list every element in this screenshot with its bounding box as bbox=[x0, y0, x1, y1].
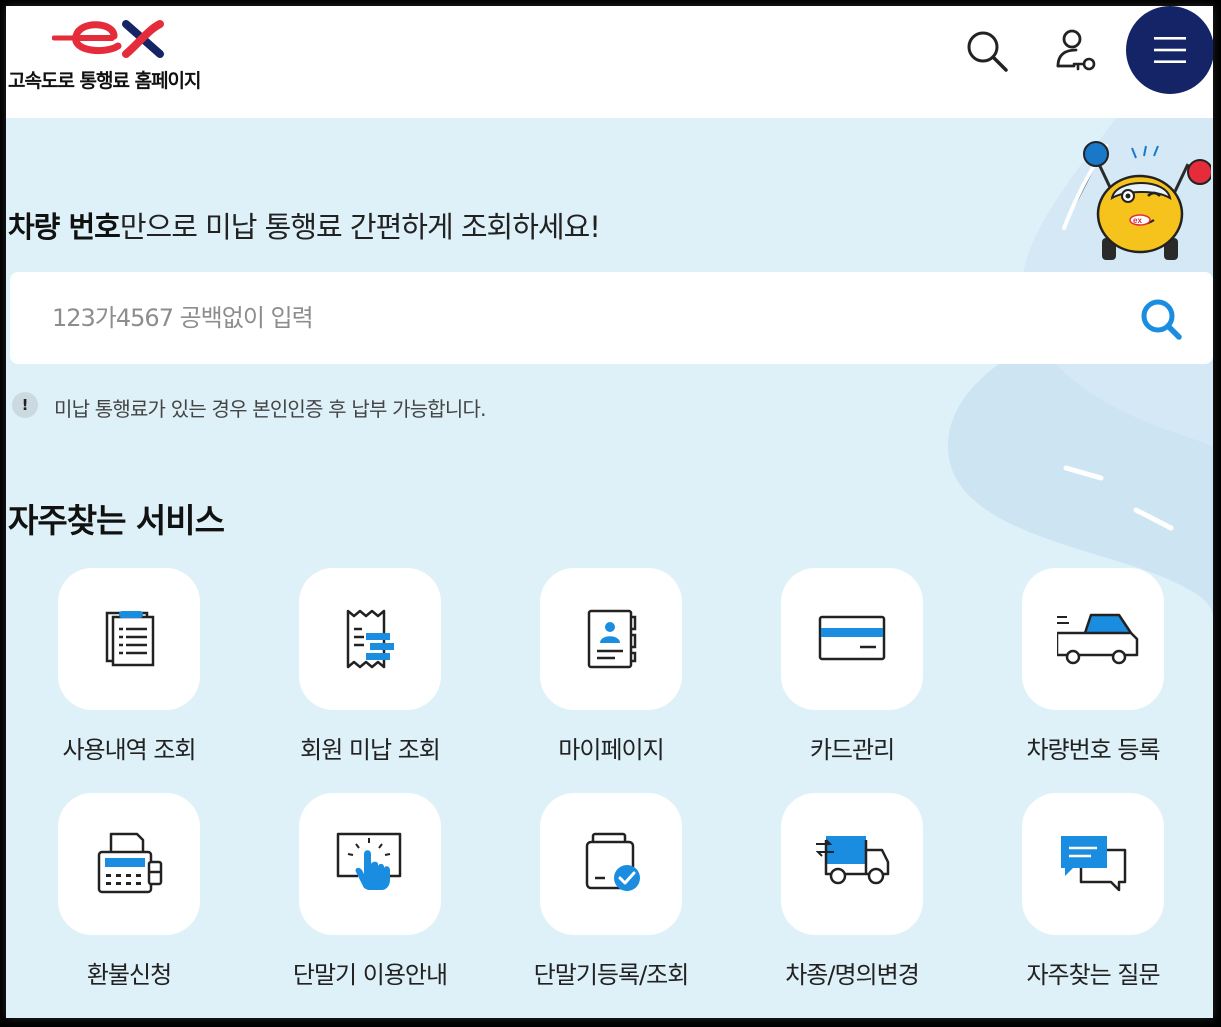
service-label: 단말기 이용안내 bbox=[292, 961, 448, 989]
car-icon bbox=[1057, 613, 1139, 665]
service-usage-history[interactable]: 사용내역 조회 bbox=[29, 568, 229, 768]
site-title: 고속도로 통행료 홈페이지 bbox=[8, 70, 202, 92]
services-title: 자주찾는 서비스 bbox=[8, 501, 225, 540]
service-label: 환불신청 bbox=[86, 961, 172, 989]
service-refund[interactable]: 환불신청 bbox=[29, 793, 229, 993]
service-label: 사용내역 조회 bbox=[62, 736, 196, 764]
search-submit-icon[interactable] bbox=[1138, 296, 1186, 344]
service-icon-box bbox=[781, 793, 923, 935]
service-icon-box bbox=[540, 793, 682, 935]
clipboard-list-icon bbox=[105, 611, 155, 667]
service-unpaid-check[interactable]: 회원 미납 조회 bbox=[270, 568, 470, 768]
service-icon-box bbox=[1022, 793, 1164, 935]
service-terminal-register[interactable]: 단말기등록/조회 bbox=[511, 793, 711, 993]
search-icon[interactable] bbox=[962, 26, 1012, 76]
service-terminal-guide[interactable]: 단말기 이용안내 bbox=[270, 793, 470, 993]
profile-book-icon bbox=[587, 609, 637, 669]
headline-rest: 만으로 미납 통행료 간편하게 조회하세요! bbox=[119, 210, 601, 244]
vehicle-number-input[interactable] bbox=[50, 294, 1114, 342]
service-label: 단말기등록/조회 bbox=[533, 961, 690, 989]
page-frame: 고속도로 통행료 홈페이지 ex 차량 번호만으로 미납 통행료 간편하게 조회… bbox=[6, 6, 1213, 1018]
service-icon-box bbox=[1022, 568, 1164, 710]
vehicle-search-box bbox=[10, 272, 1213, 364]
hero-headline: 차량 번호만으로 미납 통행료 간편하게 조회하세요! bbox=[8, 204, 601, 246]
service-icon-box bbox=[58, 568, 200, 710]
site-header: 고속도로 통행료 홈페이지 bbox=[6, 6, 1213, 119]
user-key-icon[interactable] bbox=[1050, 26, 1100, 76]
service-icon-box bbox=[781, 568, 923, 710]
main-content: ex 차량 번호만으로 미납 통행료 간편하게 조회하세요! ! 미납 통행료가… bbox=[6, 118, 1213, 1018]
service-card-management[interactable]: 카드관리 bbox=[752, 568, 952, 768]
headline-bold: 차량 번호 bbox=[8, 210, 121, 244]
exclamation-icon: ! bbox=[12, 392, 38, 418]
service-faq[interactable]: 자주찾는 질문 bbox=[993, 793, 1193, 993]
service-mypage[interactable]: 마이페이지 bbox=[511, 568, 711, 768]
service-label: 차량번호 등록 bbox=[1026, 736, 1160, 764]
service-icon-box bbox=[299, 568, 441, 710]
touch-screen-icon bbox=[336, 832, 402, 890]
hamburger-menu-icon[interactable] bbox=[1126, 6, 1213, 94]
card-icon bbox=[818, 615, 886, 661]
service-label: 차종/명의변경 bbox=[785, 961, 920, 989]
ex-logo-icon bbox=[52, 20, 164, 58]
mascot-car-icon: ex bbox=[1083, 141, 1211, 260]
fax-machine-icon bbox=[97, 832, 163, 894]
service-label: 마이페이지 bbox=[558, 736, 664, 764]
service-label: 카드관리 bbox=[809, 736, 895, 764]
service-icon-box bbox=[540, 568, 682, 710]
service-label: 자주찾는 질문 bbox=[1026, 961, 1160, 989]
service-icon-box bbox=[58, 793, 200, 935]
chat-bubbles-icon bbox=[1061, 836, 1127, 892]
service-label: 회원 미납 조회 bbox=[300, 736, 441, 764]
service-icon-box bbox=[299, 793, 441, 935]
device-check-icon bbox=[585, 832, 640, 891]
notice-text: 미납 통행료가 있는 경우 본인인증 후 납부 가능합니다. bbox=[54, 397, 486, 421]
service-vehicle-change[interactable]: 차종/명의변경 bbox=[752, 793, 952, 993]
truck-exchange-icon bbox=[816, 836, 890, 885]
receipt-icon bbox=[346, 609, 394, 669]
service-vehicle-register[interactable]: 차량번호 등록 bbox=[993, 568, 1193, 768]
site-logo[interactable]: 고속도로 통행료 홈페이지 bbox=[6, 12, 226, 102]
svg-text:ex: ex bbox=[1133, 216, 1142, 225]
